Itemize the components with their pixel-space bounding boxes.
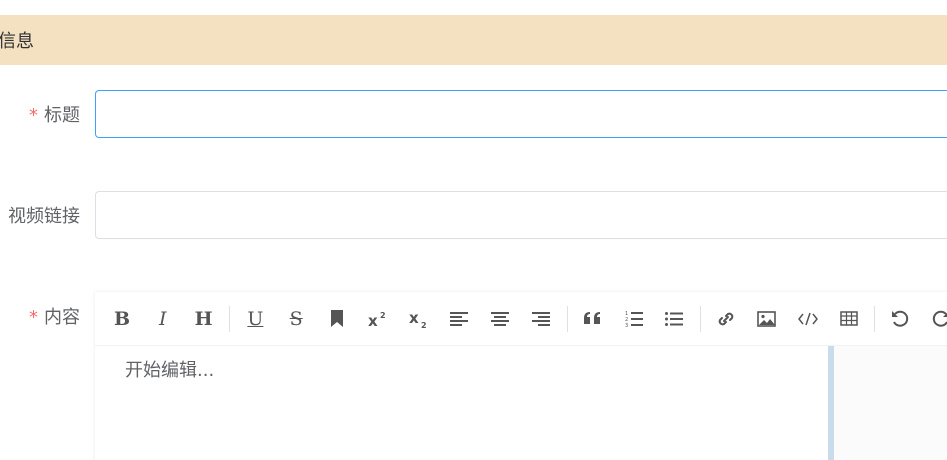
svg-text:3: 3 bbox=[625, 323, 628, 327]
toolbar-separator bbox=[566, 305, 568, 332]
markdown-editor: B I H U S x2 x2 1 2 3 开始编辑... bbox=[95, 292, 947, 460]
underline-icon[interactable]: U bbox=[236, 303, 274, 335]
title-label: * 标题 bbox=[29, 101, 80, 127]
image-icon[interactable] bbox=[748, 303, 786, 335]
link-icon[interactable] bbox=[707, 303, 745, 335]
video-link-label: 视频链接 bbox=[8, 202, 80, 228]
svg-text:2: 2 bbox=[421, 321, 427, 329]
quote-icon[interactable] bbox=[574, 303, 612, 335]
bookmark-icon[interactable] bbox=[318, 303, 356, 335]
svg-text:2: 2 bbox=[380, 311, 386, 320]
bold-icon[interactable]: B bbox=[103, 303, 141, 335]
ordered-list-icon[interactable]: 123 bbox=[615, 303, 653, 335]
unordered-list-icon[interactable] bbox=[655, 303, 693, 335]
title-input[interactable] bbox=[96, 91, 947, 137]
required-mark: * bbox=[29, 307, 38, 328]
video-link-label-text: 视频链接 bbox=[8, 206, 80, 227]
toolbar-separator bbox=[229, 305, 231, 332]
section-title: 信息 bbox=[0, 31, 34, 52]
form-page: 信息 * 标题 视频链接 * 内容 B I H U S x2 x 2 1 2 3… bbox=[0, 0, 947, 460]
align-center-icon[interactable] bbox=[481, 303, 519, 335]
video-link-input[interactable] bbox=[96, 192, 947, 238]
content-preview-area bbox=[834, 346, 947, 460]
editor-toolbar: B I H U S x2 x2 1 2 3 bbox=[95, 292, 947, 346]
align-left-icon[interactable] bbox=[440, 303, 478, 335]
align-right-icon[interactable] bbox=[522, 303, 560, 335]
subscript-icon[interactable]: x2 bbox=[400, 303, 438, 335]
code-icon[interactable] bbox=[789, 303, 827, 335]
italic-icon[interactable]: I bbox=[144, 303, 182, 335]
svg-text:x: x bbox=[368, 312, 378, 328]
header-icon[interactable]: H bbox=[185, 303, 223, 335]
section-header: 信息 bbox=[0, 15, 947, 65]
redo-icon[interactable] bbox=[922, 303, 947, 335]
svg-text:x: x bbox=[409, 309, 419, 327]
editor-body: 开始编辑... bbox=[95, 346, 947, 460]
toolbar-separator bbox=[700, 305, 702, 332]
content-label-text: 内容 bbox=[44, 307, 80, 328]
superscript-icon[interactable]: x2 bbox=[359, 303, 397, 335]
content-label: * 内容 bbox=[29, 303, 80, 329]
toolbar-separator bbox=[874, 305, 876, 332]
content-placeholder: 开始编辑... bbox=[125, 360, 215, 381]
required-mark: * bbox=[29, 105, 38, 126]
video-link-input-wrapper bbox=[95, 191, 947, 239]
table-icon[interactable] bbox=[830, 303, 868, 335]
title-label-text: 标题 bbox=[44, 105, 80, 126]
content-edit-area[interactable]: 开始编辑... bbox=[95, 346, 828, 460]
title-input-wrapper bbox=[95, 90, 947, 138]
strikethrough-icon[interactable]: S bbox=[277, 303, 315, 335]
undo-icon[interactable] bbox=[881, 303, 919, 335]
